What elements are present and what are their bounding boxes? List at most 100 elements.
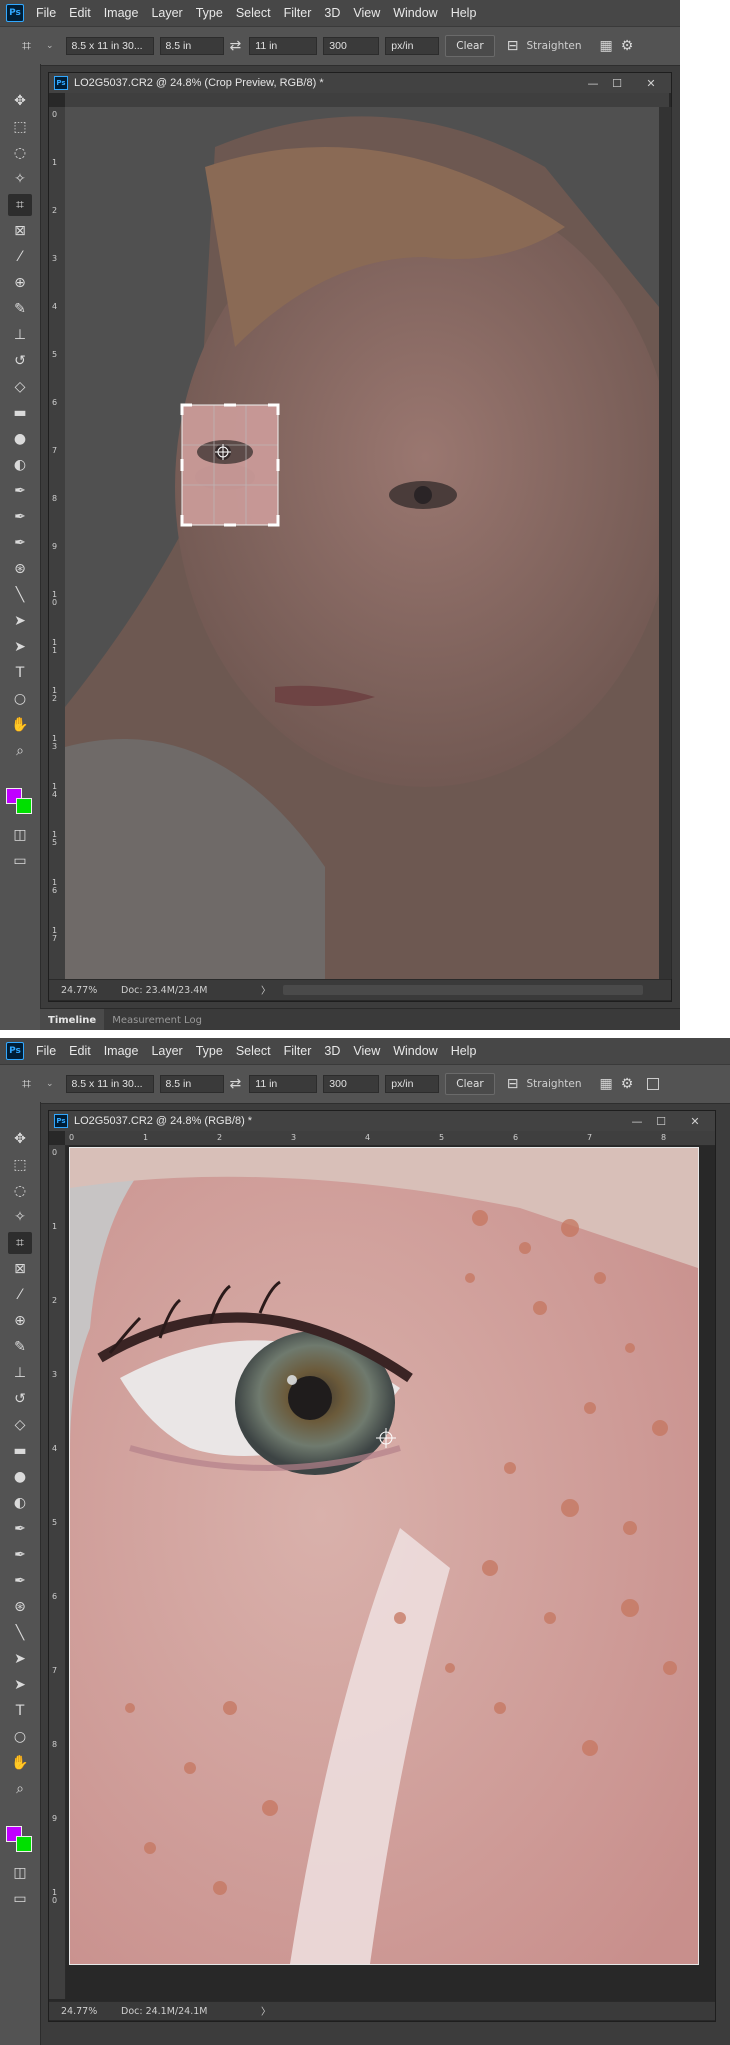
menu-edit[interactable]: Edit <box>69 1044 91 1058</box>
menu-select[interactable]: Select <box>236 1044 271 1058</box>
frame-tool-icon[interactable]: ⊠ <box>8 1258 32 1280</box>
healing-brush-tool-icon[interactable]: ⊕ <box>8 1310 32 1332</box>
freeform-pen-tool-icon[interactable]: ✒ <box>8 506 32 528</box>
marquee-tool-icon[interactable]: ⬚ <box>8 1154 32 1176</box>
minimize-icon[interactable]: — <box>583 73 603 93</box>
horizontal-scrollbar[interactable] <box>282 985 643 995</box>
vertical-scrollbar[interactable] <box>659 107 672 979</box>
menu-edit[interactable]: Edit <box>69 6 91 20</box>
eraser-tool-icon[interactable]: ◇ <box>8 1414 32 1436</box>
menu-select[interactable]: Select <box>236 6 271 20</box>
chevron-down-icon[interactable]: ⌄ <box>46 1079 54 1089</box>
swap-icon[interactable]: ⇄ <box>230 1076 242 1092</box>
crop-height-field[interactable]: 11 in <box>249 1075 318 1093</box>
menu-layer[interactable]: Layer <box>151 6 182 20</box>
resolution-unit-select[interactable]: px/in <box>385 37 440 55</box>
straighten-icon[interactable]: ⊟ <box>507 1076 519 1092</box>
document-tab[interactable]: Ps LO2G5037.CR2 @ 24.8% (RGB/8) * — ☐ ✕ <box>49 1111 715 1131</box>
ellipse-tool-icon[interactable]: ○ <box>8 1726 32 1748</box>
move-tool-icon[interactable]: ✥ <box>8 1128 32 1150</box>
menu-help[interactable]: Help <box>451 1044 477 1058</box>
eyedropper-tool-icon[interactable]: ⁄ <box>8 1284 32 1306</box>
path-tool-icon[interactable]: ╲ <box>8 584 32 606</box>
menu-3d[interactable]: 3D <box>324 6 340 20</box>
type-tool-icon[interactable]: T <box>8 1700 32 1722</box>
tab-measurement-log[interactable]: Measurement Log <box>104 1009 210 1030</box>
path-selection-tool-icon[interactable]: ➤ <box>8 610 32 632</box>
clone-stamp-tool-icon[interactable]: ⊥ <box>8 1362 32 1384</box>
maximize-icon[interactable]: ☐ <box>607 73 627 93</box>
zoom-level[interactable]: 24.77% <box>61 985 121 996</box>
eyedropper-tool-icon[interactable]: ⁄ <box>8 246 32 268</box>
move-tool-icon[interactable]: ✥ <box>8 90 32 112</box>
menu-window[interactable]: Window <box>393 1044 437 1058</box>
pen-tool-icon[interactable]: ✒ <box>8 1518 32 1540</box>
swap-icon[interactable]: ⇄ <box>230 38 242 54</box>
clone-stamp-tool-icon[interactable]: ⊥ <box>8 324 32 346</box>
ratio-select[interactable]: 8.5 x 11 in 30... <box>65 1075 154 1093</box>
crop-width-field[interactable]: 8.5 in <box>159 1075 224 1093</box>
chevron-down-icon[interactable]: ⌄ <box>46 41 54 51</box>
pen-tool-icon[interactable]: ✒ <box>8 480 32 502</box>
minimize-icon[interactable]: — <box>627 1111 647 1131</box>
curvature-pen-tool-icon[interactable]: ✒ <box>8 532 32 554</box>
status-menu-arrow-icon[interactable]: 〉 <box>261 983 271 997</box>
freeform-pen-tool-icon[interactable]: ✒ <box>8 1544 32 1566</box>
crop-height-field[interactable]: 11 in <box>249 37 318 55</box>
healing-brush-tool-icon[interactable]: ⊕ <box>8 272 32 294</box>
type-tool-icon[interactable]: T <box>8 662 32 684</box>
brush-tool-icon[interactable]: ✎ <box>8 298 32 320</box>
direct-selection-tool-icon[interactable]: ➤ <box>8 636 32 658</box>
crop-tool-icon[interactable]: ⌗ <box>8 1232 32 1254</box>
path-selection-tool-icon[interactable]: ➤ <box>8 1648 32 1670</box>
gear-icon[interactable]: ⚙ <box>621 38 634 54</box>
clear-button[interactable]: Clear <box>445 35 495 57</box>
menu-type[interactable]: Type <box>196 6 223 20</box>
overlay-grid-icon[interactable]: ▦ <box>600 1076 613 1092</box>
brush-tool-icon[interactable]: ✎ <box>8 1336 32 1358</box>
document-tab[interactable]: Ps LO2G5037.CR2 @ 24.8% (Crop Preview, R… <box>49 73 671 93</box>
menu-view[interactable]: View <box>353 6 380 20</box>
crop-tool-icon[interactable]: ⌗ <box>22 1074 44 1094</box>
menu-filter[interactable]: Filter <box>284 1044 312 1058</box>
path-tool-icon[interactable]: ╲ <box>8 1622 32 1644</box>
crop-tool-icon[interactable]: ⌗ <box>8 194 32 216</box>
resolution-field[interactable]: 300 <box>323 1075 380 1093</box>
content-aware-tool-icon[interactable]: ⊛ <box>8 558 32 580</box>
lasso-tool-icon[interactable]: ◌ <box>8 1180 32 1202</box>
quick-mask-icon[interactable]: ◫ <box>8 824 32 846</box>
crop-width-field[interactable]: 8.5 in <box>159 37 224 55</box>
blur-tool-icon[interactable]: ● <box>8 428 32 450</box>
menu-file[interactable]: File <box>36 1044 56 1058</box>
menu-layer[interactable]: Layer <box>151 1044 182 1058</box>
screen-mode-icon[interactable]: ▭ <box>8 1888 32 1910</box>
magic-wand-tool-icon[interactable]: ✧ <box>8 168 32 190</box>
blur-tool-icon[interactable]: ● <box>8 1466 32 1488</box>
menu-file[interactable]: File <box>36 6 56 20</box>
menu-image[interactable]: Image <box>104 6 139 20</box>
screen-mode-icon[interactable]: ▭ <box>8 850 32 872</box>
straighten-label[interactable]: Straighten <box>526 1078 581 1090</box>
menu-view[interactable]: View <box>353 1044 380 1058</box>
quick-mask-icon[interactable]: ◫ <box>8 1862 32 1884</box>
resolution-field[interactable]: 300 <box>323 37 380 55</box>
crop-tool-icon[interactable]: ⌗ <box>22 36 44 56</box>
frame-tool-icon[interactable]: ⊠ <box>8 220 32 242</box>
status-menu-arrow-icon[interactable]: 〉 <box>261 2004 271 2018</box>
menu-type[interactable]: Type <box>196 1044 223 1058</box>
history-brush-tool-icon[interactable]: ↺ <box>8 1388 32 1410</box>
dodge-tool-icon[interactable]: ◐ <box>8 1492 32 1514</box>
lasso-tool-icon[interactable]: ◌ <box>8 142 32 164</box>
zoom-tool-icon[interactable]: ⌕ <box>8 1778 32 1800</box>
history-brush-tool-icon[interactable]: ↺ <box>8 350 32 372</box>
gradient-tool-icon[interactable]: ▬ <box>8 402 32 424</box>
menu-window[interactable]: Window <box>393 6 437 20</box>
document-canvas[interactable] <box>69 1147 699 1965</box>
maximize-icon[interactable]: ☐ <box>651 1111 671 1131</box>
ellipse-tool-icon[interactable]: ○ <box>8 688 32 710</box>
dodge-tool-icon[interactable]: ◐ <box>8 454 32 476</box>
document-canvas[interactable] <box>65 107 659 979</box>
gear-icon[interactable]: ⚙ <box>621 1076 634 1092</box>
background-color-swatch[interactable] <box>16 1836 32 1852</box>
close-icon[interactable]: ✕ <box>641 73 661 93</box>
